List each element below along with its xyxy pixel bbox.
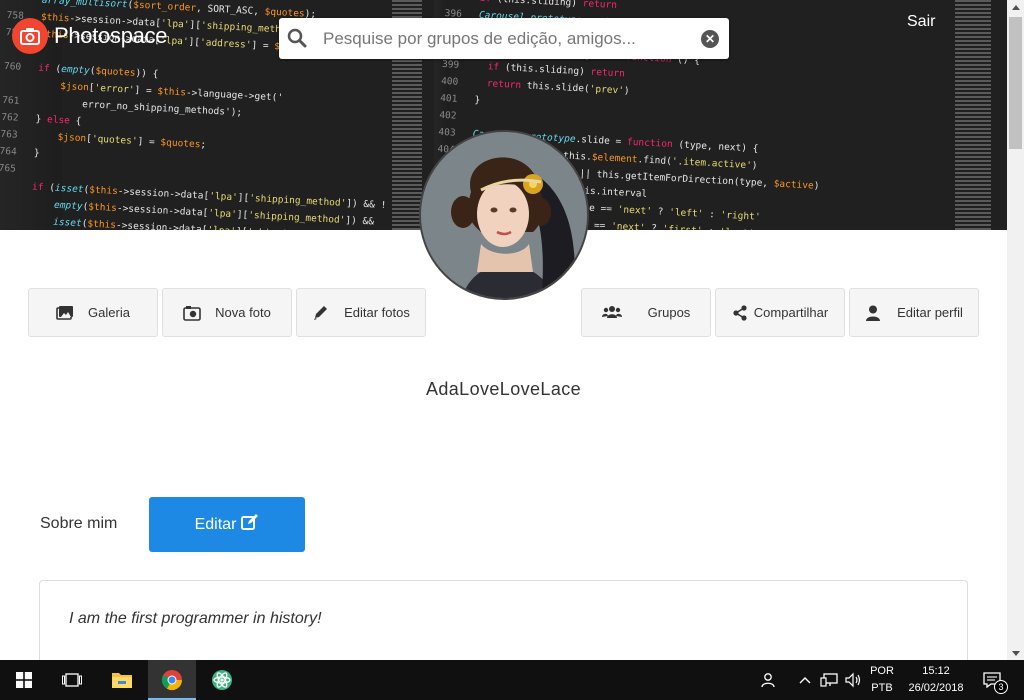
- input-language[interactable]: POR PTB: [866, 663, 898, 697]
- pencil-icon: [312, 305, 330, 321]
- profile-page: array_multisort($sort_order, SORT_ASC, $…: [0, 0, 1007, 660]
- screen: array_multisort($sort_order, SORT_ASC, $…: [0, 0, 1024, 700]
- chrome-icon[interactable]: [148, 660, 196, 700]
- gallery-button[interactable]: Galeria: [28, 288, 158, 337]
- people-icon[interactable]: [759, 670, 779, 690]
- new-photo-button[interactable]: Nova foto: [162, 288, 292, 337]
- logout-link[interactable]: Sair: [907, 13, 935, 31]
- atom-editor-icon[interactable]: [198, 660, 246, 700]
- about-heading: Sobre mim: [40, 515, 118, 532]
- about-text: I am the first programmer in history!: [69, 610, 322, 627]
- notification-count-badge: 3: [994, 680, 1008, 694]
- volume-icon[interactable]: [843, 670, 863, 690]
- users-icon: [601, 305, 622, 321]
- camera-icon: [183, 305, 201, 321]
- page-scrollbar[interactable]: [1007, 0, 1024, 660]
- edit-square-icon: [236, 514, 259, 535]
- avatar[interactable]: [419, 130, 589, 300]
- keyboard-layout: PTB: [871, 682, 893, 694]
- logo-text: Photospace: [54, 23, 168, 48]
- language-code: POR: [870, 665, 894, 677]
- user-icon: [865, 305, 883, 321]
- share-label: Compartilhar: [753, 305, 829, 320]
- images-icon: [56, 305, 74, 321]
- network-icon[interactable]: [819, 670, 839, 690]
- gallery-label: Galeria: [88, 305, 130, 320]
- taskbar: POR PTB 15:12 26/02/2018 3: [0, 660, 1024, 700]
- scroll-down-arrow-icon[interactable]: [1007, 646, 1024, 660]
- groups-label: Grupos: [647, 305, 691, 320]
- edit-about-button[interactable]: Editar: [149, 497, 305, 552]
- camera-logo-icon: [12, 18, 48, 54]
- chevron-up-icon[interactable]: [795, 670, 815, 690]
- edit-profile-button[interactable]: Editar perfil: [849, 288, 979, 337]
- logo[interactable]: Photospace: [12, 18, 168, 54]
- search-bar: ✕: [279, 18, 729, 59]
- clock-date: 26/02/2018: [908, 682, 964, 694]
- scroll-up-arrow-icon[interactable]: [1007, 0, 1024, 14]
- clear-search-icon[interactable]: ✕: [701, 29, 719, 48]
- groups-button[interactable]: Grupos: [581, 288, 711, 337]
- clock-time: 15:12: [922, 665, 950, 677]
- share-icon: [732, 304, 750, 321]
- new-photo-label: Nova foto: [215, 305, 271, 320]
- edit-photos-button[interactable]: Editar fotos: [296, 288, 426, 337]
- share-button[interactable]: Compartilhar: [715, 288, 845, 337]
- clock[interactable]: 15:12 26/02/2018: [900, 663, 972, 697]
- task-view-icon[interactable]: [48, 660, 96, 700]
- windows-start-icon[interactable]: [0, 660, 48, 700]
- editor-minimap-right: [955, 0, 991, 230]
- edit-profile-label: Editar perfil: [897, 305, 963, 320]
- search-input[interactable]: [279, 18, 701, 59]
- edit-about-label: Editar: [194, 515, 237, 533]
- profile-username: AdaLoveLoveLace: [425, 379, 582, 399]
- action-center-icon[interactable]: 3: [982, 670, 1008, 694]
- edit-photos-label: Editar fotos: [344, 305, 410, 320]
- scroll-thumb[interactable]: [1009, 17, 1022, 149]
- about-card: I am the first programmer in history!: [39, 580, 968, 660]
- file-explorer-icon[interactable]: [98, 660, 146, 700]
